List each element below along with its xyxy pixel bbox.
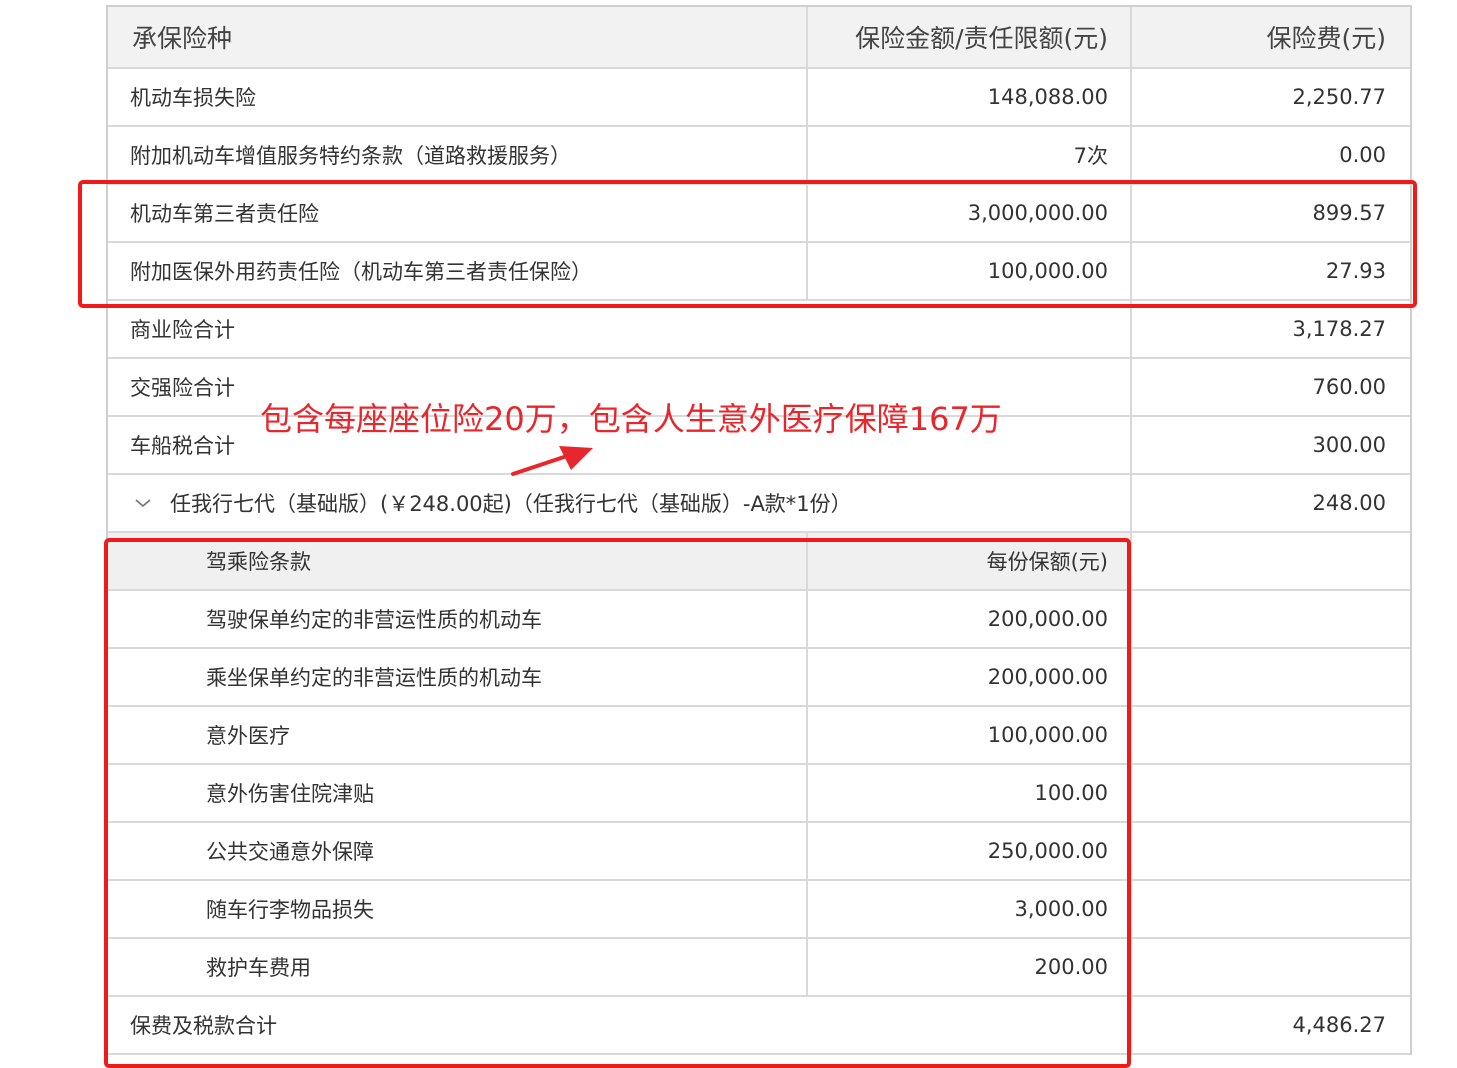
empty-cell xyxy=(1132,823,1410,879)
empty-cell xyxy=(1132,591,1410,647)
coverage-amount: 148,088.00 xyxy=(808,69,1132,125)
coverage-name: 机动车损失险 xyxy=(108,69,808,125)
clause-name: 意外医疗 xyxy=(108,707,808,763)
annotation-text: 包含每座座位险20万，包含人生意外医疗保障167万 xyxy=(260,400,1002,438)
sub-table-row: 公共交通意外保障 250,000.00 xyxy=(108,823,1410,881)
arrow-icon xyxy=(511,446,593,476)
coverage-name: 附加医保外用药责任险（机动车第三者责任保险） xyxy=(108,243,808,299)
coverage-amount: 7次 xyxy=(808,127,1132,183)
sub-table-row: 乘坐保单约定的非营运性质的机动车 200,000.00 xyxy=(108,649,1410,707)
clause-name: 乘坐保单约定的非营运性质的机动车 xyxy=(108,649,808,705)
commercial-total-row: 商业险合计 3,178.27 xyxy=(108,301,1410,359)
empty-cell xyxy=(1132,649,1410,705)
sub-header-empty xyxy=(1132,533,1410,589)
table-header: 承保险种 保险金额/责任限额(元) 保险费(元) xyxy=(108,7,1410,69)
clause-name: 公共交通意外保障 xyxy=(108,823,808,879)
grand-total-row: 保费及税款合计 4,486.27 xyxy=(108,997,1410,1055)
empty-cell xyxy=(1132,765,1410,821)
clause-name: 驾驶保单约定的非营运性质的机动车 xyxy=(108,591,808,647)
addon-cell: 任我行七代（基础版）(￥248.00起)（任我行七代（基础版）-A款*1份） xyxy=(108,475,1132,531)
table-row: 附加医保外用药责任险（机动车第三者责任保险） 100,000.00 27.93 xyxy=(108,243,1410,301)
table-row: 机动车损失险 148,088.00 2,250.77 xyxy=(108,69,1410,127)
coverage-name: 附加机动车增值服务特约条款（道路救援服务） xyxy=(108,127,808,183)
table-row: 机动车第三者责任险 3,000,000.00 899.57 xyxy=(108,185,1410,243)
addon-premium: 248.00 xyxy=(1312,491,1386,515)
sub-table-row: 随车行李物品损失 3,000.00 xyxy=(108,881,1410,939)
sub-table-row: 意外伤害住院津贴 100.00 xyxy=(108,765,1410,823)
commercial-total-label: 商业险合计 xyxy=(108,301,1132,357)
sub-table-row: 意外医疗 100,000.00 xyxy=(108,707,1410,765)
compulsory-total-value: 760.00 xyxy=(1312,375,1386,399)
coverage-amount: 3,000,000.00 xyxy=(808,185,1132,241)
clause-name: 随车行李物品损失 xyxy=(108,881,808,937)
chevron-down-icon[interactable] xyxy=(134,497,152,509)
coverage-name: 机动车第三者责任险 xyxy=(108,185,808,241)
header-amount: 保险金额/责任限额(元) xyxy=(808,7,1132,67)
grand-total-value: 4,486.27 xyxy=(1292,1013,1386,1037)
sub-table-header: 驾乘险条款 每份保额(元) xyxy=(108,533,1410,591)
commercial-total-value: 3,178.27 xyxy=(1292,317,1386,341)
sub-table-row: 驾驶保单约定的非营运性质的机动车 200,000.00 xyxy=(108,591,1410,649)
addon-row[interactable]: 任我行七代（基础版）(￥248.00起)（任我行七代（基础版）-A款*1份） 2… xyxy=(108,475,1410,533)
empty-cell xyxy=(1132,881,1410,937)
clause-amount: 250,000.00 xyxy=(808,823,1132,879)
sub-header-amount: 每份保额(元) xyxy=(808,533,1132,589)
sub-header-clause: 驾乘险条款 xyxy=(108,533,808,589)
clause-name: 意外伤害住院津贴 xyxy=(108,765,808,821)
grand-total-label: 保费及税款合计 xyxy=(108,997,1132,1053)
coverage-amount: 100,000.00 xyxy=(808,243,1132,299)
insurance-table: 承保险种 保险金额/责任限额(元) 保险费(元) 机动车损失险 148,088.… xyxy=(106,5,1412,1055)
vessel-tax-total-value: 300.00 xyxy=(1312,433,1386,457)
clause-amount: 100.00 xyxy=(808,765,1132,821)
coverage-premium: 27.93 xyxy=(1325,259,1386,283)
sub-table-row: 救护车费用 200.00 xyxy=(108,939,1410,997)
clause-amount: 200,000.00 xyxy=(808,649,1132,705)
clause-name: 救护车费用 xyxy=(108,939,808,995)
header-coverage: 承保险种 xyxy=(108,7,808,67)
clause-amount: 200.00 xyxy=(808,939,1132,995)
clause-amount: 100,000.00 xyxy=(808,707,1132,763)
empty-cell xyxy=(1132,939,1410,995)
coverage-premium: 0.00 xyxy=(1339,143,1386,167)
header-premium: 保险费(元) xyxy=(1266,24,1386,53)
table-row: 附加机动车增值服务特约条款（道路救援服务） 7次 0.00 xyxy=(108,127,1410,185)
clause-amount: 3,000.00 xyxy=(808,881,1132,937)
empty-cell xyxy=(1132,707,1410,763)
addon-label: 任我行七代（基础版）(￥248.00起)（任我行七代（基础版）-A款*1份） xyxy=(170,492,852,516)
clause-amount: 200,000.00 xyxy=(808,591,1132,647)
coverage-premium: 2,250.77 xyxy=(1292,85,1386,109)
coverage-premium: 899.57 xyxy=(1312,201,1386,225)
